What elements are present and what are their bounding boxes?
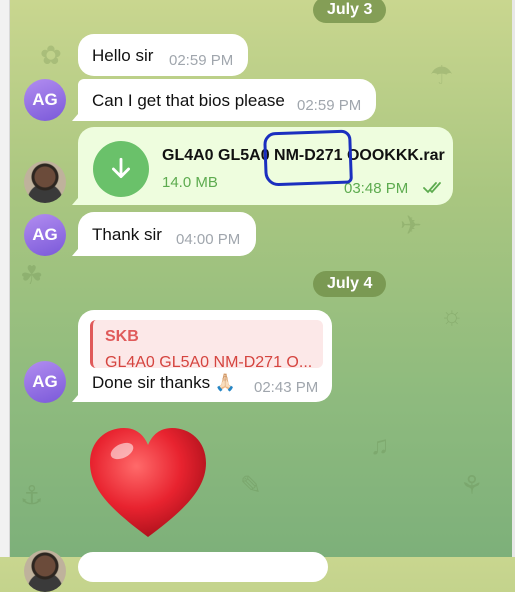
message-time: 02:59 PM [297,97,362,114]
double-check-icon [423,182,441,194]
hand-drawn-annotation [263,129,353,187]
quoted-reply[interactable]: SKB GL4A0 GL5A0 NM-D271 O... [90,320,323,371]
message-text: Thank sir [92,225,162,244]
reply-snippet: GL4A0 GL5A0 NM-D271 O... [105,354,313,371]
message-time: 02:59 PM [169,52,234,69]
message-text: Done sir thanks 🙏🏻 [92,373,237,392]
date-separator: July 4 [313,271,387,297]
avatar[interactable] [24,550,66,592]
message-time: 02:43 PM [254,379,319,396]
message-time: 03:48 PM [344,180,409,197]
download-icon [112,157,130,178]
message-time: 04:00 PM [176,231,241,248]
avatar[interactable]: AG [24,214,66,256]
left-pane-edge [0,0,10,557]
heart-sticker[interactable] [86,425,210,541]
reply-message-bubble[interactable]: SKB GL4A0 GL5A0 NM-D271 O... Done sir th… [72,310,332,402]
avatar[interactable]: AG [24,361,66,403]
date-separator: July 3 [313,0,387,23]
message-bubble[interactable]: Hello sir 02:59 PM [78,34,248,76]
message-bubble[interactable]: Thank sir 04:00 PM [72,212,256,256]
message-bubble[interactable]: Can I get that bios please 02:59 PM [72,79,376,121]
download-button[interactable] [93,141,149,197]
message-text: Can I get that bios please [92,91,285,110]
avatar[interactable]: AG [24,79,66,121]
file-size: 14.0 MB [162,174,218,191]
reply-author: SKB [105,328,139,345]
avatar[interactable] [24,161,66,203]
message-text: Hello sir [92,46,154,65]
